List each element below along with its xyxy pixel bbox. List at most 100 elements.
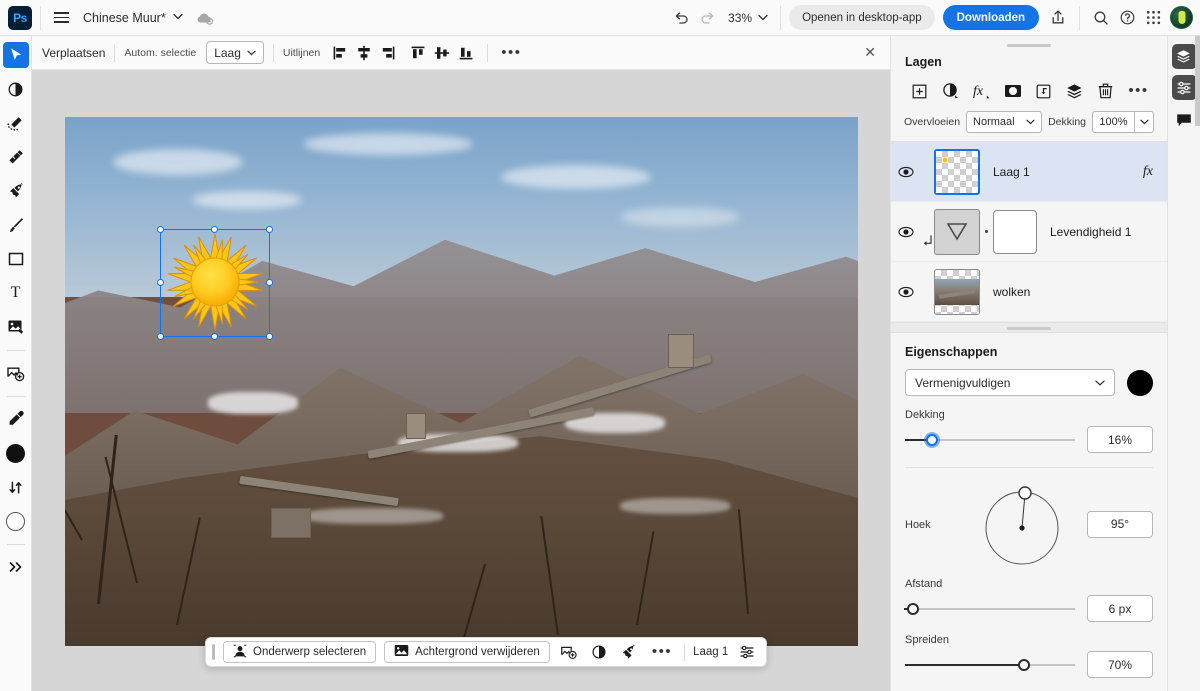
canvas-area[interactable]: Onderwerp selecteren Achtergrond verwijd… — [32, 70, 890, 691]
layer-visibility-icon[interactable] — [891, 286, 921, 298]
foreground-color-swatch[interactable] — [3, 440, 29, 466]
mask-link-icon[interactable] — [980, 227, 993, 236]
scrollbar[interactable] — [1195, 36, 1200, 126]
handle-bottom-right[interactable] — [266, 333, 273, 340]
hamburger-icon[interactable] — [49, 6, 73, 30]
align-center-horizontal-icon[interactable] — [352, 41, 376, 65]
adjustment-icon[interactable] — [588, 641, 610, 663]
toolbar-divider — [6, 544, 25, 545]
opacity-value-input[interactable]: 16% — [1087, 426, 1153, 453]
panel-splitter[interactable] — [891, 322, 1167, 333]
comments-panel-toggle[interactable] — [1172, 108, 1197, 133]
toolbar-divider — [6, 396, 25, 397]
shadow-blend-mode-dropdown[interactable]: Vermenigvuldigen — [905, 369, 1115, 396]
transform-selection-box[interactable] — [157, 226, 273, 340]
layer-visibility-icon[interactable] — [891, 226, 921, 238]
angle-value-input[interactable]: 95° — [1087, 510, 1153, 538]
spread-slider[interactable] — [905, 656, 1075, 674]
handle-top-left[interactable] — [157, 226, 164, 233]
blend-mode-dropdown[interactable]: Normaal — [966, 111, 1043, 133]
spread-value-input[interactable]: 70% — [1087, 651, 1153, 678]
chevron-down-icon[interactable] — [173, 13, 183, 23]
add-mask-button[interactable] — [997, 78, 1028, 104]
gradient-tool[interactable] — [3, 314, 29, 340]
open-in-desktop-button[interactable]: Openen in desktop-app — [789, 5, 935, 30]
opacity-chevron-down-icon[interactable] — [1134, 111, 1154, 133]
cloud — [501, 164, 652, 189]
align-left-icon[interactable] — [328, 41, 352, 65]
generative-expand-icon[interactable] — [558, 641, 580, 663]
background-color-swatch[interactable] — [3, 508, 29, 534]
properties-drag-handle[interactable] — [1007, 327, 1051, 330]
layer-mask-thumbnail[interactable] — [993, 209, 1037, 254]
delete-layer-button[interactable] — [1090, 78, 1121, 104]
download-button[interactable]: Downloaden — [942, 5, 1039, 30]
zoom-level[interactable]: 33% — [728, 11, 752, 25]
handle-bottom-left[interactable] — [157, 333, 164, 340]
select-subject-button[interactable]: Onderwerp selecteren — [223, 641, 377, 663]
fx-icon[interactable]: fx — [1143, 164, 1153, 180]
group-layers-button[interactable] — [1059, 78, 1090, 104]
clipping-mask-button[interactable] — [1028, 78, 1059, 104]
eyedropper-tool[interactable] — [3, 406, 29, 432]
align-center-vertical-icon[interactable] — [430, 41, 454, 65]
remove-tool-icon[interactable] — [618, 641, 640, 663]
redo-icon[interactable] — [694, 5, 720, 31]
contextual-more-icon[interactable]: ••• — [648, 644, 676, 659]
layer-thumbnail[interactable] — [934, 148, 980, 195]
auto-select-dropdown[interactable]: Laag — [206, 41, 264, 64]
document-image[interactable] — [65, 117, 858, 646]
double-chevron-right-icon[interactable] — [3, 554, 29, 580]
share-icon[interactable] — [1045, 5, 1071, 31]
handle-top-center[interactable] — [211, 226, 218, 233]
type-tool[interactable]: T — [3, 280, 29, 306]
undo-icon[interactable] — [668, 5, 694, 31]
adjustment-tool[interactable] — [3, 76, 29, 102]
table-row[interactable]: wolken — [891, 262, 1167, 322]
remove-background-button[interactable]: Achtergrond verwijderen — [384, 641, 550, 663]
rectangle-shape-tool[interactable] — [3, 246, 29, 272]
add-layer-button[interactable] — [904, 78, 935, 104]
avatar[interactable] — [1170, 6, 1193, 29]
generative-expand-tool[interactable] — [3, 360, 29, 386]
brush-tool[interactable] — [3, 212, 29, 238]
handle-top-right[interactable] — [266, 226, 273, 233]
handle-bottom-center[interactable] — [211, 333, 218, 340]
close-icon[interactable]: ✕ — [864, 45, 876, 59]
photoshop-logo[interactable]: Ps — [8, 5, 32, 30]
layer-effects-button[interactable]: fx — [966, 78, 997, 104]
opacity-slider[interactable] — [905, 431, 1075, 449]
table-row[interactable]: Levendigheid 1 — [891, 202, 1167, 262]
adjustment-layer-thumbnail[interactable] — [934, 208, 980, 255]
align-top-icon[interactable] — [406, 41, 430, 65]
handle-middle-right[interactable] — [266, 279, 273, 286]
swap-arrows-icon[interactable] — [3, 474, 29, 500]
layer-visibility-icon[interactable] — [891, 166, 921, 178]
layer-thumbnail[interactable] — [934, 268, 980, 315]
sliders-icon[interactable] — [736, 641, 758, 663]
layers-more-button[interactable]: ••• — [1123, 78, 1154, 104]
help-icon[interactable] — [1114, 5, 1140, 31]
handle-middle-left[interactable] — [157, 279, 164, 286]
drag-handle[interactable] — [212, 644, 215, 660]
move-tool[interactable] — [2, 42, 29, 68]
spot-heal-tool[interactable] — [3, 144, 29, 170]
align-right-icon[interactable] — [376, 41, 400, 65]
table-row[interactable]: Laag 1 fx — [891, 142, 1167, 202]
angle-dial[interactable] — [969, 480, 1075, 568]
opacity-input[interactable]: 100% — [1092, 111, 1134, 133]
app-grid-icon[interactable] — [1140, 5, 1166, 31]
zoom-chevron-down-icon[interactable] — [754, 5, 772, 31]
add-adjustment-layer-button[interactable] — [935, 78, 966, 104]
distance-slider[interactable] — [904, 600, 1075, 618]
quick-select-tool[interactable] — [3, 110, 29, 136]
shadow-color-swatch[interactable] — [1127, 369, 1153, 396]
search-icon[interactable] — [1088, 5, 1114, 31]
options-more-icon[interactable]: ••• — [497, 45, 525, 60]
properties-panel-toggle[interactable] — [1171, 75, 1197, 100]
panel-drag-handle[interactable] — [1007, 44, 1051, 47]
align-bottom-icon[interactable] — [454, 41, 478, 65]
layers-panel-toggle[interactable] — [1171, 44, 1197, 69]
distance-value-input[interactable]: 6 px — [1087, 595, 1153, 622]
remove-tool[interactable] — [3, 178, 29, 204]
